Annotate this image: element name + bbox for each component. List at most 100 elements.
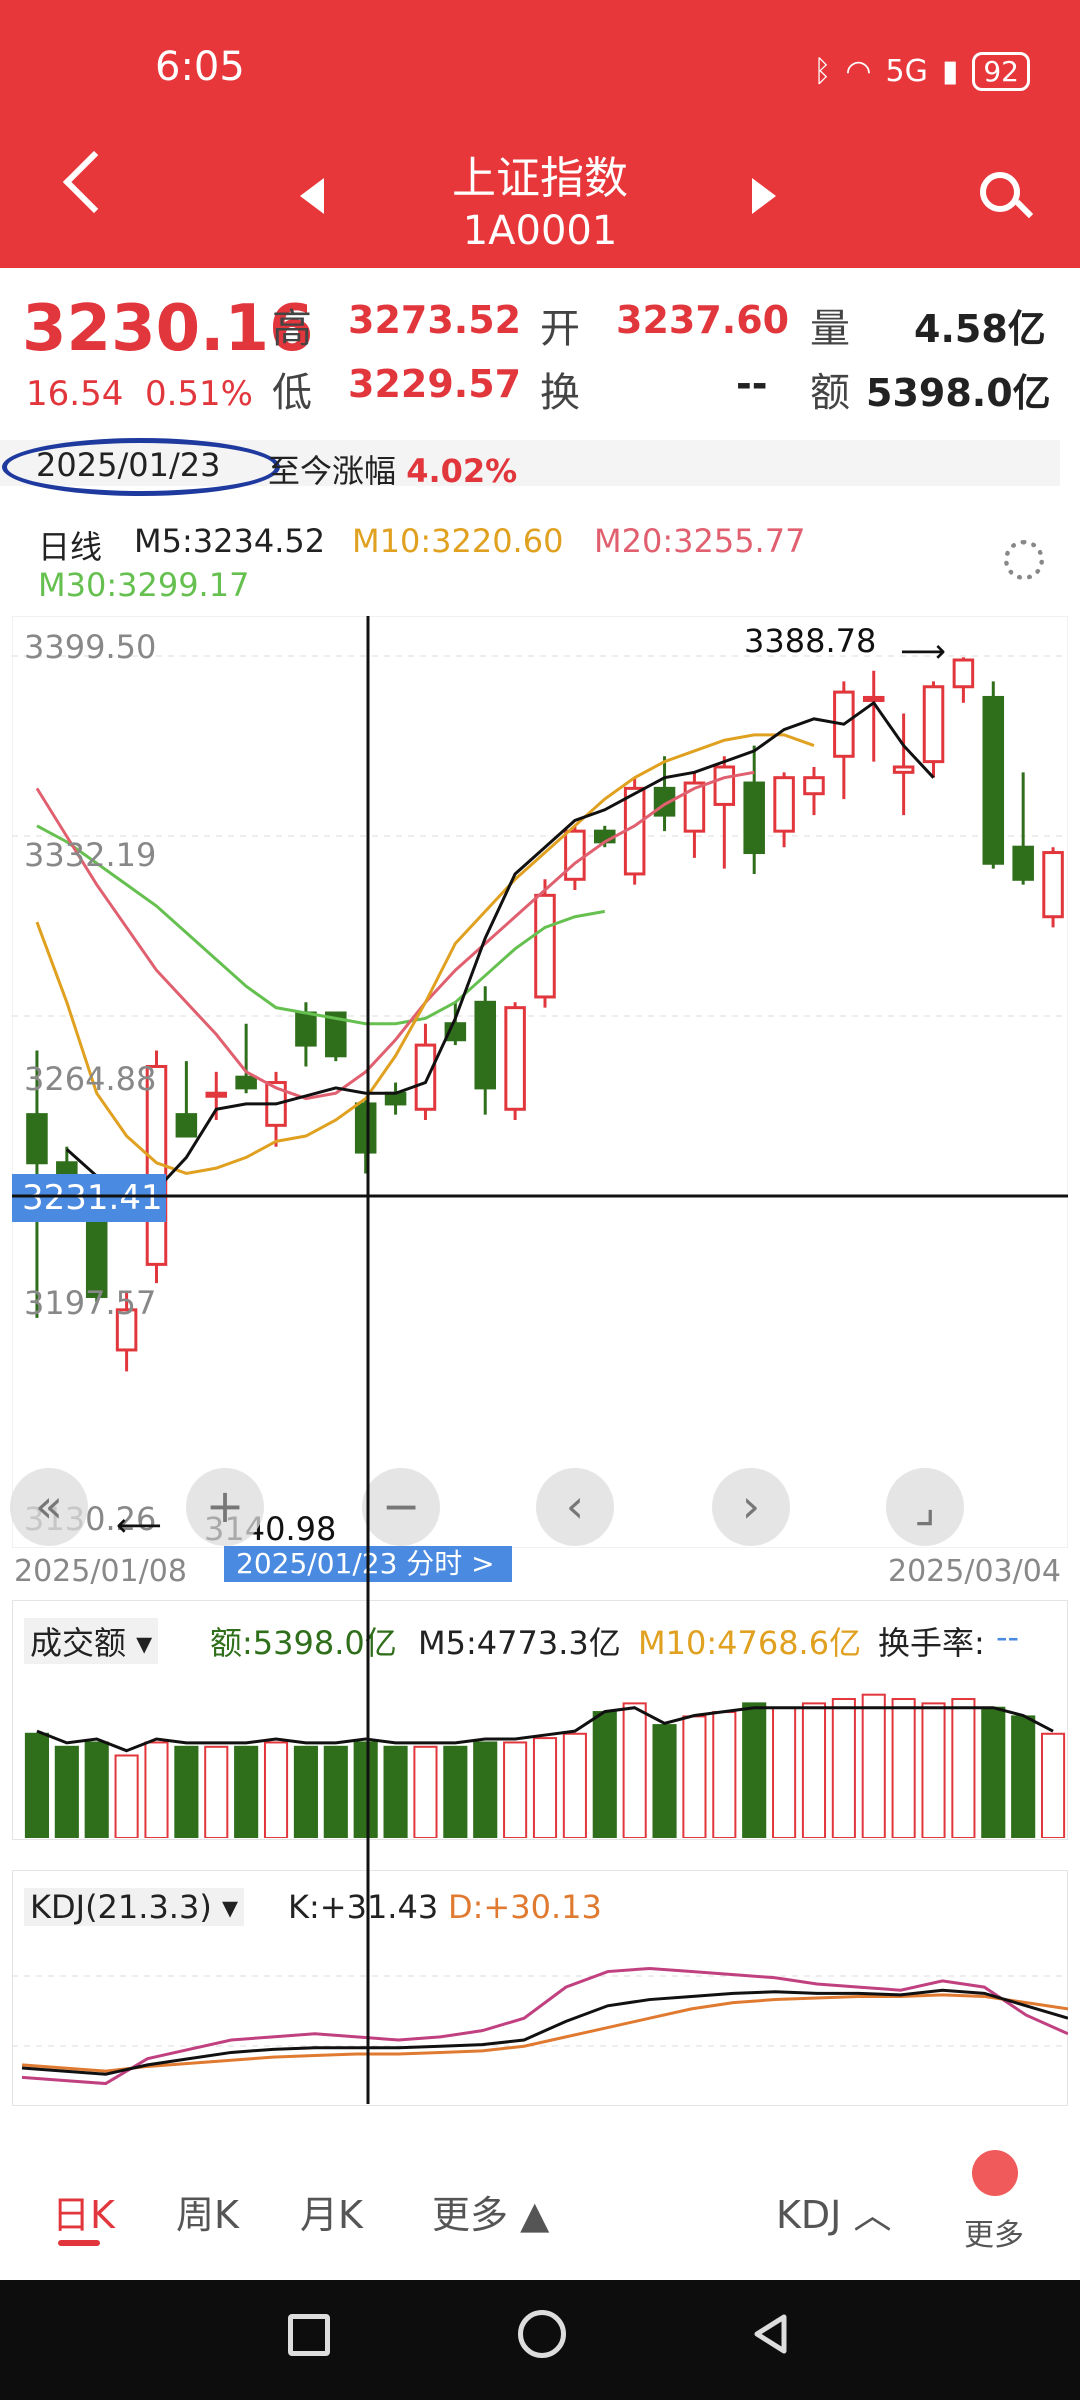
- volume-bar-28: [861, 1693, 886, 1838]
- candle-body-18: [564, 829, 586, 881]
- volume-bar-27: [831, 1698, 856, 1838]
- fullscreen-button[interactable]: ⌟: [886, 1468, 964, 1546]
- tab-more-periods[interactable]: 更多 ▲: [432, 2184, 549, 2239]
- bluetooth-icon: ᛒ: [813, 54, 832, 89]
- candlestick-chart[interactable]: [12, 616, 1068, 1548]
- volume-bar-15: [473, 1741, 498, 1838]
- kdj-chart: [12, 1966, 1068, 2086]
- candle-body-9: [295, 1011, 317, 1047]
- indicator-switch[interactable]: KDJ ︿: [776, 2184, 891, 2239]
- volume-bar-1: [54, 1745, 79, 1838]
- status-time: 6:05: [155, 44, 245, 90]
- volume-bar-13: [413, 1745, 438, 1838]
- since-value: 4.02%: [406, 452, 518, 490]
- high-annotation: 3388.78: [744, 622, 877, 660]
- battery-icon: 92: [972, 52, 1030, 91]
- system-nav-bar: [0, 2280, 1080, 2400]
- active-tab-indicator: [58, 2240, 100, 2246]
- arrow-left-icon: ⟵: [116, 1506, 162, 1544]
- ma5-value: M5:3234.52: [134, 522, 326, 560]
- index-code: 1A0001: [462, 208, 618, 254]
- candle-body-29: [892, 765, 915, 774]
- prev-button[interactable]: ‹: [536, 1468, 614, 1546]
- recent-apps-icon[interactable]: [288, 2314, 330, 2356]
- next-button[interactable]: ›: [712, 1468, 790, 1546]
- ma20-line: [35, 770, 755, 1101]
- volume-chart: [24, 1693, 1066, 1838]
- tab-month-k[interactable]: 月K: [300, 2184, 363, 2239]
- volume-m10: M10:4768.6亿: [638, 1624, 862, 1662]
- y-tick-3: 3197.57: [24, 1284, 157, 1322]
- y-tick-0: 3399.50: [24, 628, 157, 666]
- candle-body-31: [952, 658, 975, 689]
- volume-bar-24: [742, 1702, 767, 1838]
- candle-body-0: [26, 1113, 48, 1165]
- quote-panel: 3230.16 16.54 0.51% 高 3273.52 开 3237.60 …: [0, 286, 1080, 436]
- gear-icon[interactable]: [1004, 540, 1044, 580]
- volume-bar-25: [772, 1706, 797, 1838]
- amount-label: 额: [810, 370, 850, 416]
- tab-day-k[interactable]: 日K: [52, 2184, 115, 2239]
- y-tick-2: 3264.88: [24, 1060, 157, 1098]
- more-button-label[interactable]: 更多: [964, 2210, 1024, 2254]
- candle-body-32: [982, 695, 1005, 865]
- period-label: 日线: [38, 528, 103, 566]
- zoom-in-button[interactable]: +: [186, 1468, 264, 1546]
- scroll-start-button[interactable]: «: [10, 1468, 88, 1546]
- volume-bar-7: [234, 1745, 259, 1838]
- signal-icon: ▮: [941, 54, 959, 89]
- candle-body-28: [862, 695, 885, 702]
- volume-bar-17: [532, 1737, 558, 1838]
- volume-bar-9: [293, 1745, 318, 1838]
- system-back-icon[interactable]: [752, 2314, 788, 2354]
- change-percent: 0.51%: [144, 374, 253, 414]
- volume-bar-11: [353, 1741, 378, 1838]
- kdj-selector[interactable]: KDJ(21.3.3) ▾: [24, 1888, 245, 1926]
- search-icon[interactable]: [980, 172, 1020, 212]
- candle-body-17: [534, 893, 556, 999]
- ma30-value: M30:3299.17: [38, 566, 250, 604]
- volume-value: 4.58亿: [914, 307, 1046, 351]
- end-date: 2025/03/04: [888, 1554, 1061, 1589]
- candle-body-26: [803, 776, 825, 796]
- current-price: 3230.16: [22, 292, 314, 366]
- chart-frame: [12, 616, 1068, 1548]
- tab-week-k[interactable]: 周K: [176, 2184, 239, 2239]
- volume-bar-19: [592, 1711, 617, 1838]
- kdj-k-value: K:+31.43: [288, 1888, 439, 1926]
- volume-bar-12: [383, 1745, 408, 1838]
- volume-bar-14: [443, 1745, 468, 1838]
- ma10-value: M10:3220.60: [352, 522, 564, 560]
- since-gain: 至今涨幅 4.02%: [268, 446, 517, 492]
- turnover-label: 换: [540, 370, 580, 416]
- wifi-icon: ◠: [845, 54, 872, 89]
- candle-body-11: [354, 1102, 377, 1154]
- volume-bar-8: [263, 1741, 289, 1838]
- low-value: 3229.57: [348, 362, 522, 406]
- volume-bar-16: [503, 1741, 528, 1838]
- home-icon[interactable]: [518, 2310, 566, 2358]
- since-label: 至今涨幅: [268, 452, 397, 490]
- candle-body-12: [384, 1091, 407, 1106]
- selected-date: 2025/01/23: [36, 446, 221, 484]
- price-change: 16.54 0.51%: [26, 374, 253, 414]
- volume-m5: M5:4773.3亿: [418, 1624, 621, 1662]
- candle-body-25: [773, 776, 795, 833]
- candle-body-34: [1042, 851, 1064, 919]
- low-label: 低: [272, 370, 312, 416]
- volume-bar-32: [981, 1706, 1006, 1838]
- turnover-rate-label: 换手率:: [878, 1624, 985, 1662]
- high-label: 高: [272, 306, 312, 352]
- volume-selector[interactable]: 成交额 ▾: [24, 1618, 159, 1664]
- volume-bar-4: [144, 1741, 169, 1838]
- volume-bar-5: [174, 1745, 199, 1838]
- more-icon[interactable]: [972, 2150, 1018, 2196]
- candle-body-23: [713, 765, 736, 806]
- intraday-badge[interactable]: 2025/01/23 分时 >: [224, 1546, 512, 1582]
- volume-bar-20: [622, 1702, 647, 1838]
- zoom-out-button[interactable]: −: [362, 1468, 440, 1546]
- next-index-icon[interactable]: [752, 178, 776, 214]
- candle-body-5: [175, 1113, 198, 1138]
- crosshair-price-label: 3231.41: [12, 1174, 166, 1222]
- volume-bar-21: [652, 1724, 677, 1838]
